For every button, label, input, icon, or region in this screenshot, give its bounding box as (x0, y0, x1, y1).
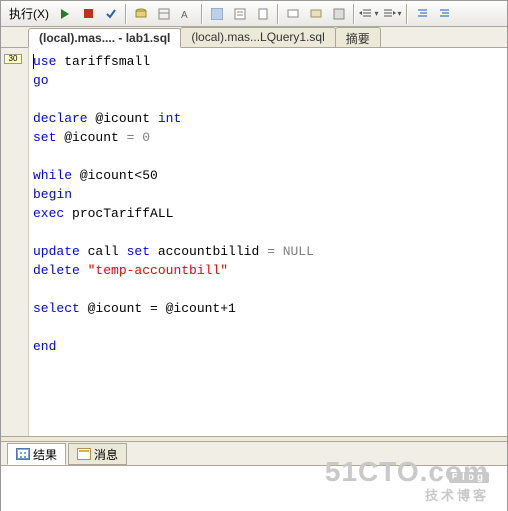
string-literal: "temp-accountbill" (88, 263, 228, 278)
keyword: update (33, 244, 80, 259)
results-text-icon[interactable] (229, 3, 251, 25)
toolbar: 执行(X) A ▾ ▾ (1, 1, 507, 27)
execute-button[interactable]: 执行(X) (3, 3, 53, 25)
editor-gutter: 30 (1, 48, 29, 436)
svg-text:A: A (181, 10, 188, 20)
identifier: procTariffALL (64, 206, 173, 221)
stop-icon[interactable] (77, 3, 99, 25)
results-tab[interactable]: 结果 (7, 443, 66, 465)
keyword: begin (33, 187, 72, 202)
text: call (80, 244, 127, 259)
comment-icon[interactable] (282, 3, 304, 25)
separator-icon (353, 4, 355, 24)
keyword: set (33, 130, 56, 145)
separator-icon (125, 4, 127, 24)
separator-icon (201, 4, 203, 24)
sql-editor[interactable]: use tariffsmall go declare @icount int s… (29, 48, 507, 436)
text: = 0 (119, 130, 150, 145)
keyword: delete (33, 263, 80, 278)
results-tabbar: 结果 消息 (1, 442, 507, 466)
indent-less-icon[interactable]: ▾ (358, 3, 380, 25)
plan-icon[interactable] (153, 3, 175, 25)
null-literal: NULL (283, 244, 314, 259)
grid-icon (16, 448, 30, 460)
variable: @icount (64, 130, 119, 145)
keyword: while (33, 168, 72, 183)
indent-icon[interactable] (434, 3, 456, 25)
messages-tab-label: 消息 (94, 446, 118, 463)
results-panel (1, 466, 507, 511)
line-marker: 30 (4, 54, 22, 64)
text (275, 244, 283, 259)
results-tab-label: 结果 (33, 446, 57, 463)
results-file-icon[interactable] (252, 3, 274, 25)
keyword: select (33, 301, 80, 316)
text: accountbillid (150, 244, 267, 259)
separator-icon (277, 4, 279, 24)
identifier: tariffsmall (64, 54, 150, 69)
keyword: exec (33, 206, 64, 221)
outdent-icon[interactable] (411, 3, 433, 25)
keyword: int (158, 111, 181, 126)
db-icon[interactable] (130, 3, 152, 25)
sqlcmd-icon[interactable] (328, 3, 350, 25)
format-icon[interactable]: A (176, 3, 198, 25)
text: @icount = @icount+1 (80, 301, 236, 316)
keyword: declare (33, 111, 88, 126)
separator-icon (406, 4, 408, 24)
chevron-down-icon[interactable]: ▾ (397, 9, 401, 18)
operator: = (267, 244, 275, 259)
tab-lab1[interactable]: (local).mas.... - lab1.sql (28, 28, 181, 48)
message-icon (77, 448, 91, 460)
variable: @icount (95, 111, 150, 126)
parse-icon[interactable] (100, 3, 122, 25)
messages-tab[interactable]: 消息 (68, 443, 127, 465)
keyword: go (33, 73, 49, 88)
keyword: end (33, 339, 56, 354)
editor-area: 30 use tariffsmall go declare @icount in… (1, 48, 507, 436)
indent-more-icon[interactable]: ▾ (381, 3, 403, 25)
document-tabs: (local).mas.... - lab1.sql (local).mas..… (1, 27, 507, 48)
text (80, 263, 88, 278)
text: @icount<50 (72, 168, 158, 183)
run-icon[interactable] (54, 3, 76, 25)
keyword: set (127, 244, 150, 259)
results-grid-icon[interactable] (206, 3, 228, 25)
tab-summary[interactable]: 摘要 (335, 27, 381, 47)
tab-lquery1[interactable]: (local).mas...LQuery1.sql (180, 27, 335, 47)
chevron-down-icon[interactable]: ▾ (374, 9, 378, 18)
uncomment-icon[interactable] (305, 3, 327, 25)
keyword: use (33, 54, 56, 69)
